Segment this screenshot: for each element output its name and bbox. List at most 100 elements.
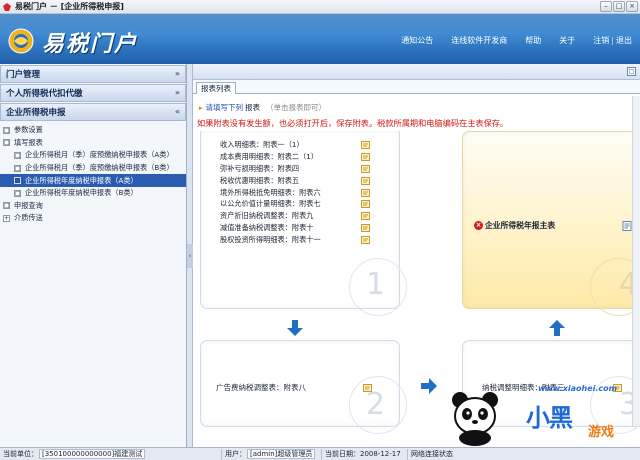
attachment-label[interactable]: 弥补亏损明细表：附表四 <box>220 164 299 174</box>
tab-report-list[interactable]: 报表列表 <box>196 82 236 94</box>
status-user-value: [admin]超级管理员 <box>247 448 316 459</box>
document-icon[interactable] <box>361 200 370 209</box>
tree-node-icon: □ <box>3 202 10 210</box>
app-banner: 易税门户 通知公告 连线软件开发商 帮助 关于 注销 | 退出 <box>0 14 640 64</box>
warning-text: 如果附表没有发生额，也必须打开后，保存附表。税款所属期和电脑编码在主表保存。 <box>197 118 509 128</box>
nav-about[interactable]: 关于 <box>559 35 575 46</box>
brand-name: 易税门户 <box>42 31 139 57</box>
document-icon[interactable] <box>361 164 370 173</box>
list-item[interactable]: 税收优惠明细表：附表五 <box>220 175 370 187</box>
nav-help[interactable]: 帮助 <box>525 35 541 46</box>
list-item[interactable]: 弥补亏损明细表：附表四 <box>220 163 370 175</box>
list-item[interactable]: 股权投资所得明细表：附表十一 <box>220 234 370 246</box>
document-icon[interactable] <box>361 188 370 197</box>
nav-separator: | <box>611 36 614 45</box>
instruction-note: （单击报表即可） <box>266 103 327 112</box>
instruction-strong: 报表 <box>245 103 261 112</box>
tree-item-annual-b[interactable]: □ 企业所得税年度纳税申报表（B类） <box>0 187 186 200</box>
tree-node-icon: □ <box>14 151 21 159</box>
section-label: 门户管理 <box>6 70 41 80</box>
restore-icon[interactable]: □ <box>627 67 636 76</box>
sidebar-section-portal[interactable]: 门户管理 » <box>0 65 186 83</box>
top-nav: 通知公告 连线软件开发商 帮助 关于 注销 | 退出 <box>383 35 632 46</box>
list-item[interactable]: 广告费纳税调整表：附表八 <box>216 382 372 393</box>
attachment-list: 收入明细表：附表一（1） 成本费用明细表：附表二（1） 弥补亏损明细表：附表四 … <box>220 139 370 246</box>
chevron-up-icon: « <box>174 107 180 116</box>
arrow-right-icon: ▸ <box>199 103 203 112</box>
arrow-right-icon <box>421 378 437 394</box>
attachment-label[interactable]: 境外所得税抵免明细表：附表六 <box>220 188 321 198</box>
tree-node-icon: □ <box>3 126 10 134</box>
tree-item-label: 填写报表 <box>14 137 43 147</box>
tree-node-icon: □ <box>3 139 10 147</box>
panel-header: □ <box>193 64 640 80</box>
status-unit-label: 当前单位： <box>3 449 38 458</box>
document-icon[interactable] <box>622 221 632 231</box>
status-unit-value: [350100000000000]福建测试 <box>39 448 146 459</box>
nav-dev-platform[interactable]: 连线软件开发商 <box>451 35 507 46</box>
nav-logout[interactable]: 注销 <box>593 35 609 46</box>
instruction-row: ▸ 请填写下列 报表 （单击报表即可） <box>199 102 326 113</box>
tree-item-label: 参数设置 <box>14 125 43 135</box>
nav-notice[interactable]: 通知公告 <box>401 35 433 46</box>
sidebar: 门户管理 » 个人所得税代扣代缴 » 企业所得税申报 « □ 参数设置 □ 填写… <box>0 64 187 447</box>
arrow-down-icon <box>287 320 303 336</box>
document-icon[interactable] <box>361 176 370 185</box>
sidebar-section-personal-tax[interactable]: 个人所得税代扣代缴 » <box>0 84 186 102</box>
document-icon[interactable] <box>361 140 370 149</box>
list-item[interactable]: 境外所得税抵免明细表：附表六 <box>220 187 370 199</box>
list-item[interactable]: 减值准备纳税调整表：附表十 <box>220 222 370 234</box>
vertical-scrollbar[interactable] <box>632 96 640 426</box>
tree-item-label: 申报查询 <box>14 200 43 210</box>
tree-item-fill-reports[interactable]: □ 填写报表 <box>0 137 186 150</box>
section-label: 个人所得税代扣代缴 <box>6 89 83 99</box>
document-icon[interactable] <box>361 212 370 221</box>
tree-node-icon: □ <box>14 164 21 172</box>
tree-item-settings[interactable]: □ 参数设置 <box>0 124 186 137</box>
attachment-label[interactable]: 以公允价值计量明细表：附表七 <box>220 199 321 209</box>
attachment-label[interactable]: 税收优惠明细表：附表五 <box>220 176 299 186</box>
chevron-down-icon: » <box>174 88 180 97</box>
minimize-button[interactable]: – <box>600 1 612 12</box>
tree-item-label: 企业所得税年度纳税申报表（B类） <box>25 188 138 198</box>
nav-tree: □ 参数设置 □ 填写报表 □ 企业所得税月（季）度预缴纳税申报表（A类） □ … <box>0 122 186 225</box>
close-button[interactable]: × <box>626 1 638 12</box>
list-item[interactable]: 成本费用明细表：附表二（1） <box>220 151 370 163</box>
list-item[interactable]: 收入明细表：附表一（1） <box>220 139 370 151</box>
tree-item-query[interactable]: □ 申报查询 <box>0 200 186 213</box>
chevron-down-icon: » <box>174 69 180 78</box>
document-icon[interactable] <box>361 224 370 233</box>
status-date-label: 当前日期： <box>325 449 360 458</box>
brand-logo-icon <box>8 28 34 54</box>
document-icon[interactable] <box>361 152 370 161</box>
nav-exit[interactable]: 退出 <box>616 35 632 46</box>
attachment-label[interactable]: 股权投资所得明细表：附表十一 <box>220 235 321 245</box>
window-title: 易税门户 － [企业所得税申报] <box>15 2 124 11</box>
attachment-label[interactable]: 收入明细表：附表一（1） <box>220 140 304 150</box>
attachment-label[interactable]: 广告费纳税调整表：附表八 <box>216 382 306 393</box>
instruction-link[interactable]: 请填写下列 <box>206 102 244 113</box>
attachment-label[interactable]: 资产折旧纳税调整表：附表九 <box>220 211 313 221</box>
attachment-label[interactable]: 成本费用明细表：附表二（1） <box>220 152 318 162</box>
maximize-button[interactable]: □ <box>613 1 625 12</box>
tree-item-prepay-a[interactable]: □ 企业所得税月（季）度预缴纳税申报表（A类） <box>0 149 186 162</box>
list-item[interactable]: 资产折旧纳税调整表：附表九 <box>220 210 370 222</box>
expand-plus-icon[interactable]: + <box>3 214 10 222</box>
watermark-logo-subtext: 游戏 <box>588 425 615 440</box>
step-number: 1 <box>365 267 385 302</box>
tree-item-annual-a[interactable]: □ 企业所得税年度纳税申报表（A类） <box>0 174 186 187</box>
tree-item-prepay-b[interactable]: □ 企业所得税月（季）度预缴纳税申报表（B类） <box>0 162 186 175</box>
tree-item-label: 企业所得税年度纳税申报表（A类） <box>25 175 138 185</box>
document-icon[interactable] <box>363 383 372 392</box>
tree-item-media-transfer[interactable]: + 介质传送 <box>0 212 186 225</box>
document-icon[interactable] <box>361 236 370 245</box>
watermark-url: www.xiaohei.com <box>538 384 617 393</box>
arrow-up-icon <box>549 320 565 336</box>
list-item[interactable]: 以公允价值计量明细表：附表七 <box>220 198 370 210</box>
main-form-item[interactable]: × 企业所得税年报主表 <box>474 220 555 231</box>
sidebar-section-corporate-tax[interactable]: 企业所得税申报 « <box>0 103 186 121</box>
section-label: 企业所得税申报 <box>6 108 66 118</box>
tab-bar: 报表列表 <box>193 80 640 94</box>
attachment-label[interactable]: 减值准备纳税调整表：附表十 <box>220 223 313 233</box>
main-form-label[interactable]: 企业所得税年报主表 <box>485 220 555 231</box>
